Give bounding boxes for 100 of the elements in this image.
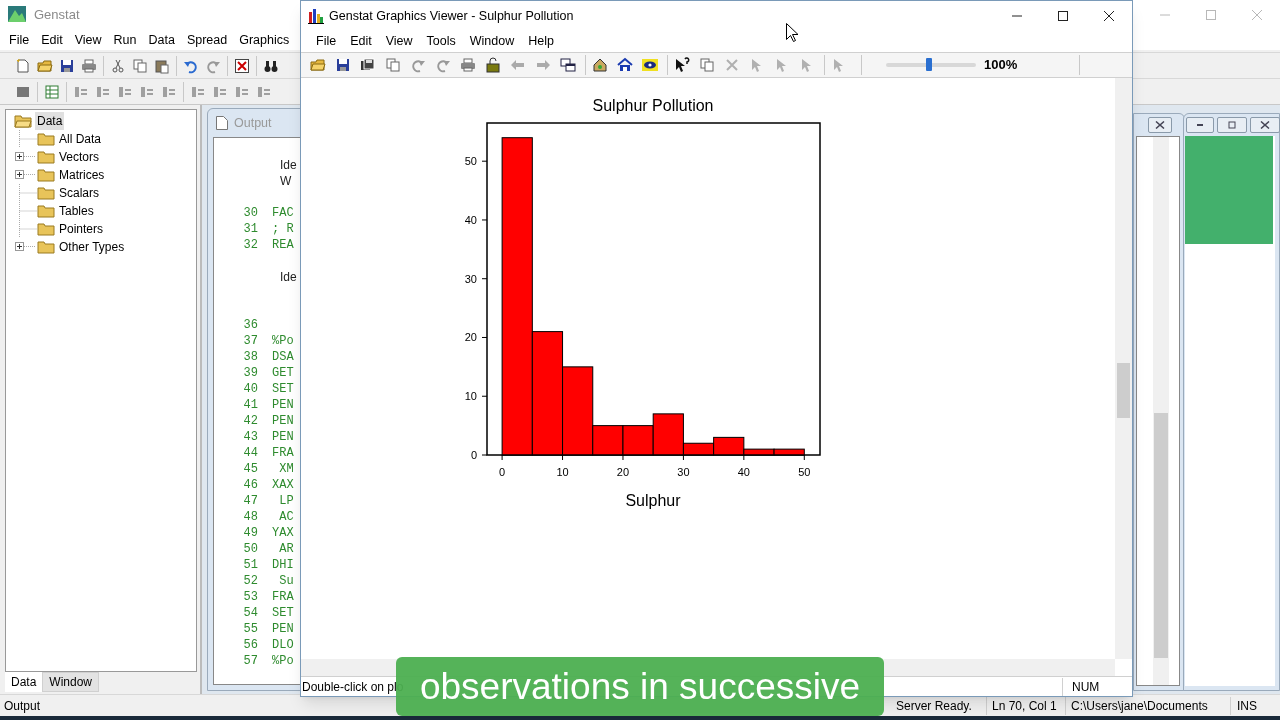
tick-label: 0 bbox=[499, 466, 506, 478]
folder-icon bbox=[37, 149, 55, 165]
close-button[interactable] bbox=[1250, 117, 1280, 133]
menu-item[interactable]: Run bbox=[107, 30, 143, 50]
histogram-bar bbox=[622, 425, 654, 456]
code-text: PEN bbox=[272, 397, 294, 414]
menu-item[interactable]: File bbox=[309, 31, 344, 51]
line-number: 51 bbox=[242, 557, 259, 574]
code-text: SET bbox=[272, 381, 294, 398]
close-icon bbox=[1260, 121, 1270, 129]
line-number: 55 bbox=[242, 621, 259, 638]
zoom-reading: 100% bbox=[984, 56, 1018, 75]
menu-item[interactable]: Help bbox=[521, 31, 561, 51]
line-number: 30 bbox=[242, 205, 259, 222]
tree-item[interactable]: Pointers bbox=[58, 220, 105, 238]
folder-icon bbox=[37, 221, 55, 237]
code-text: LP bbox=[278, 493, 294, 510]
panel-tab[interactable]: Window bbox=[42, 672, 100, 692]
folder-icon bbox=[37, 131, 55, 147]
tree-item[interactable]: Tables bbox=[58, 202, 95, 220]
line-number: 57 bbox=[242, 653, 259, 670]
tick-label: 30 bbox=[464, 272, 477, 285]
line-number: 43 bbox=[242, 429, 259, 446]
line-number: 38 bbox=[242, 349, 259, 366]
code-text: DLO bbox=[272, 637, 294, 654]
line-number: 40 bbox=[242, 381, 259, 398]
vertical-scrollbar[interactable] bbox=[1115, 78, 1132, 659]
menu-item[interactable]: View bbox=[378, 31, 420, 51]
line-number: 37 bbox=[242, 333, 259, 350]
tree-item[interactable]: Matrices bbox=[58, 166, 106, 184]
window-title: Output bbox=[234, 114, 272, 132]
document-icon bbox=[216, 116, 228, 130]
tick-label: 30 bbox=[677, 466, 690, 478]
code-text: YAX bbox=[272, 525, 294, 542]
line-number: 31 bbox=[242, 221, 259, 238]
code-text: PEN bbox=[272, 413, 294, 430]
code-text: ; R bbox=[272, 221, 294, 238]
code-text: FAC bbox=[272, 205, 294, 222]
tree-item[interactable]: Scalars bbox=[58, 184, 100, 202]
code-text: DSA bbox=[272, 349, 294, 366]
chart-title: Sulphur Pollution bbox=[592, 97, 714, 114]
tick-label: 0 bbox=[470, 449, 477, 461]
line-number: 36 bbox=[242, 317, 259, 334]
folder-icon bbox=[37, 203, 55, 219]
tree-item[interactable]: Vectors bbox=[58, 148, 101, 166]
output-heading: Ide bbox=[280, 157, 297, 174]
status-text: Server Ready. bbox=[895, 697, 973, 715]
code-text: XAX bbox=[272, 477, 294, 494]
scroll-thumb[interactable] bbox=[1154, 413, 1168, 658]
slider-thumb[interactable] bbox=[926, 58, 933, 71]
minimize-button[interactable] bbox=[1186, 117, 1214, 133]
axis-title: Sulphur bbox=[625, 492, 681, 509]
restore-icon bbox=[1227, 121, 1237, 129]
tick-label: 20 bbox=[464, 331, 477, 344]
status-text: Output bbox=[3, 697, 42, 715]
menu-item[interactable]: Tools bbox=[419, 31, 463, 51]
close-icon bbox=[1155, 121, 1165, 129]
scroll-thumb[interactable] bbox=[1117, 363, 1130, 418]
tick-label: 20 bbox=[616, 466, 630, 478]
folder-icon bbox=[37, 185, 55, 201]
menu-item[interactable]: Edit bbox=[343, 31, 379, 51]
line-number: 45 bbox=[242, 461, 259, 478]
tree-item[interactable]: All Data bbox=[58, 130, 103, 148]
folder-icon bbox=[37, 239, 55, 255]
tree-item[interactable]: Other Types bbox=[58, 238, 126, 256]
line-number: 47 bbox=[242, 493, 259, 510]
code-text: Su bbox=[278, 573, 294, 590]
output-heading: Ide bbox=[280, 269, 297, 286]
code-text: %Po bbox=[272, 333, 294, 350]
menu-item[interactable]: Graphics bbox=[233, 30, 296, 50]
tick-label: 40 bbox=[464, 213, 477, 226]
menu-item[interactable]: Data bbox=[142, 30, 181, 50]
tick-label: 40 bbox=[737, 466, 750, 478]
line-number: 49 bbox=[242, 525, 259, 542]
menu-item[interactable]: View bbox=[68, 30, 108, 50]
maximize-icon bbox=[1057, 10, 1069, 22]
maximize-icon bbox=[1205, 9, 1217, 21]
code-text: %Po bbox=[272, 653, 294, 670]
zoom-slider[interactable] bbox=[886, 58, 976, 72]
scrollbar[interactable] bbox=[1153, 137, 1169, 685]
minimize-icon bbox=[1195, 121, 1205, 129]
menu-item[interactable]: Window bbox=[462, 31, 522, 51]
menu-item[interactable]: File bbox=[3, 30, 36, 50]
code-text: PEN bbox=[272, 429, 294, 446]
folder-icon bbox=[37, 167, 55, 183]
code-text: GET bbox=[272, 365, 294, 382]
panel-tab[interactable]: Data bbox=[5, 672, 43, 692]
tick-label: 10 bbox=[556, 466, 569, 478]
menu-item[interactable]: Edit bbox=[35, 30, 69, 50]
bar-chart-icon bbox=[308, 8, 324, 24]
line-number: 48 bbox=[242, 509, 259, 526]
mouse-pointer-icon bbox=[786, 23, 798, 43]
line-number: 41 bbox=[242, 397, 259, 414]
close-button[interactable] bbox=[1148, 117, 1172, 133]
code-text: FRA bbox=[272, 589, 294, 606]
code-text: REA bbox=[272, 237, 294, 254]
code-text: AC bbox=[278, 509, 294, 526]
tree-item[interactable]: Data bbox=[35, 112, 65, 130]
menu-item[interactable]: Spread bbox=[180, 30, 234, 50]
code-text: PEN bbox=[272, 621, 294, 638]
